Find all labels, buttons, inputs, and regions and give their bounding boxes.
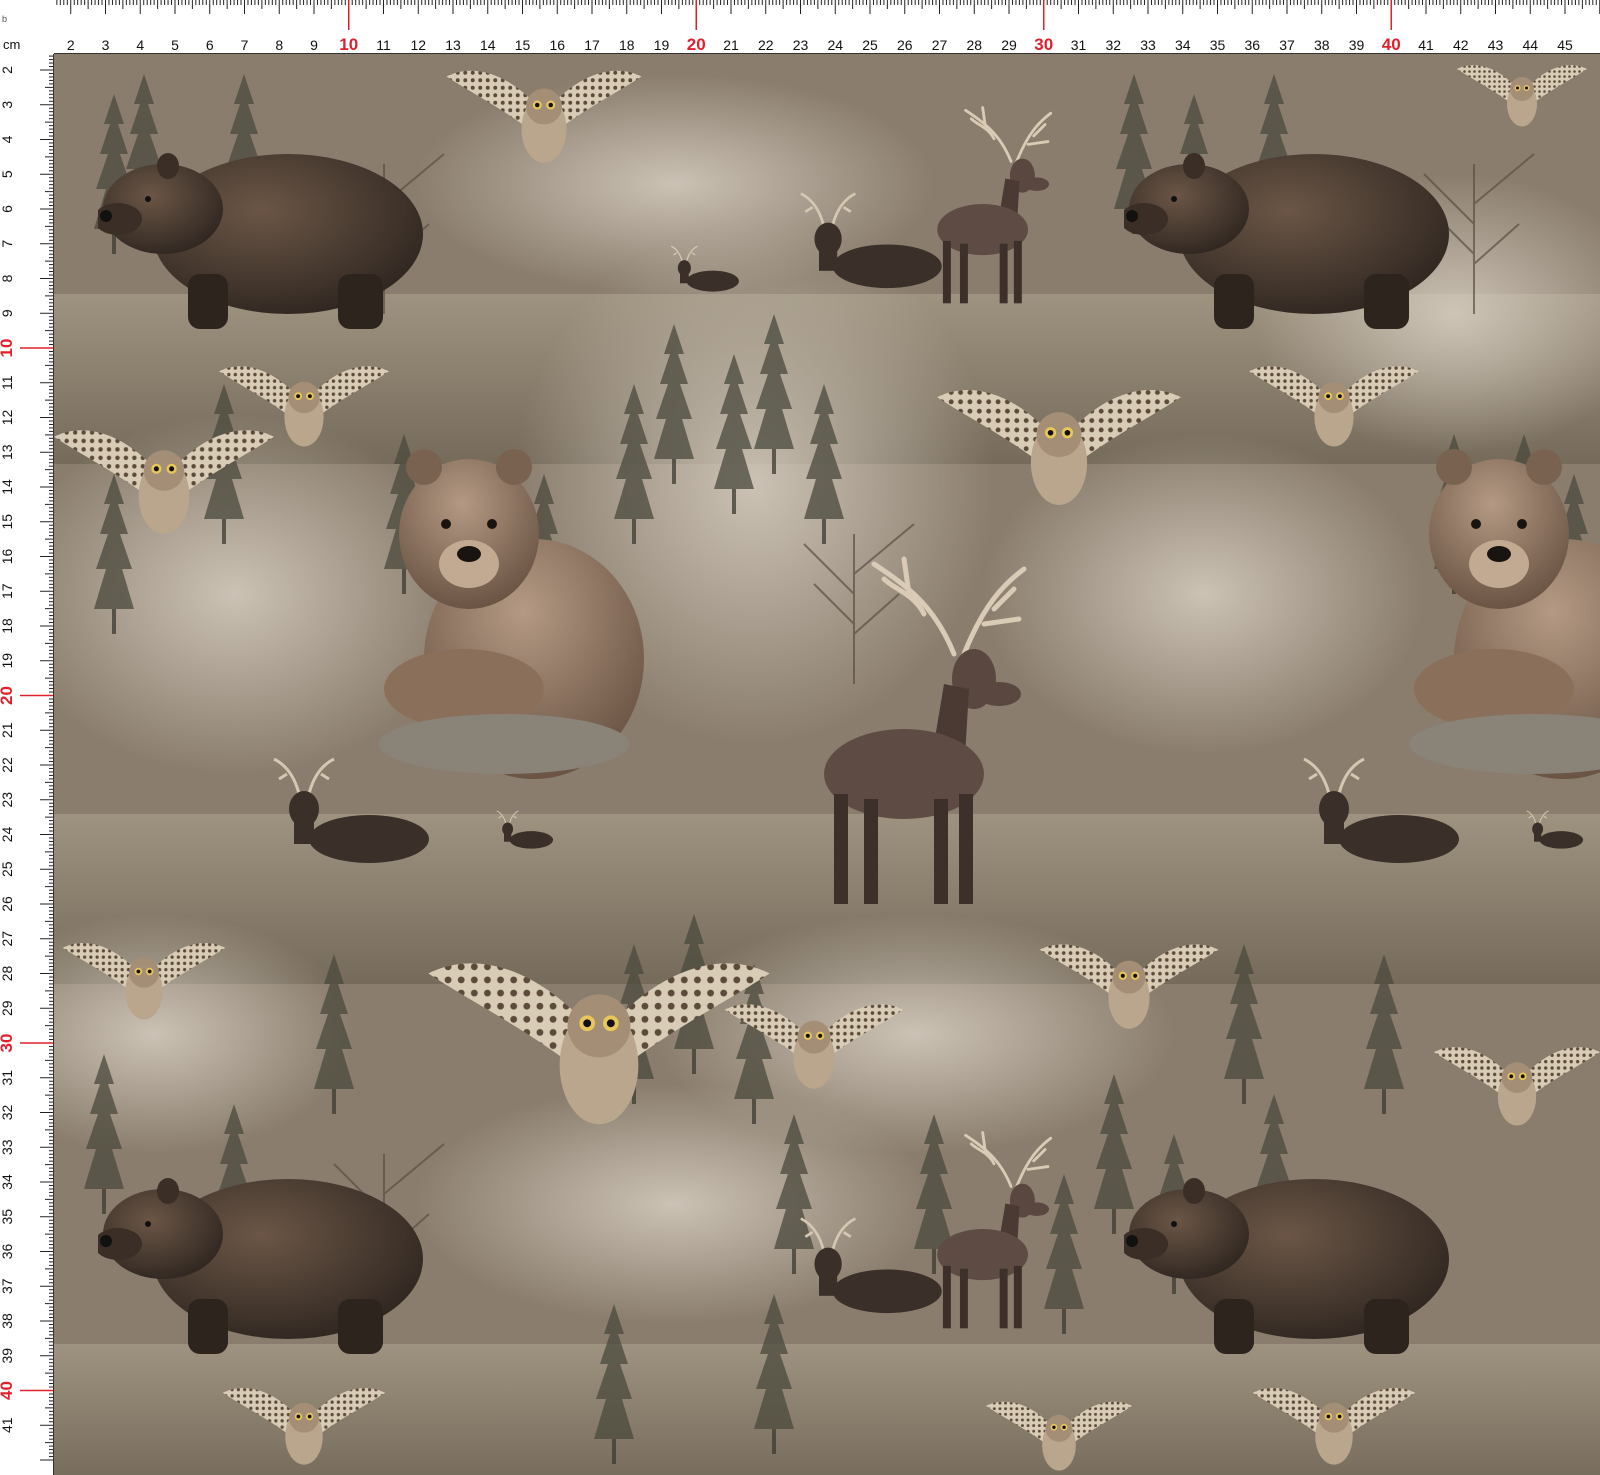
ruler-top-label: 40 bbox=[1382, 35, 1401, 54]
ruler-left-label: 33 bbox=[0, 1139, 15, 1155]
ruler-top-label: 2 bbox=[67, 37, 75, 53]
ruler-left-label: 6 bbox=[0, 205, 15, 213]
ruler-unit-label: cm bbox=[3, 37, 21, 52]
ruler-left-label: 40 bbox=[0, 1381, 16, 1400]
ruler-top-label: 6 bbox=[206, 37, 214, 53]
ruler-corner-mark: b bbox=[2, 14, 8, 24]
ruler-top-label: 22 bbox=[758, 37, 774, 53]
ruler-top-label: 36 bbox=[1244, 37, 1260, 53]
ruler-left-label: 7 bbox=[0, 240, 15, 248]
ruler-top-label: 19 bbox=[654, 37, 670, 53]
ruler-left-label: 22 bbox=[0, 757, 15, 773]
ruler-top-label: 24 bbox=[827, 37, 843, 53]
ruler-top-label: 38 bbox=[1314, 37, 1330, 53]
ruler-top-label: 21 bbox=[723, 37, 739, 53]
ruler-left-label: 14 bbox=[0, 479, 15, 495]
ruler-left-label: 37 bbox=[0, 1278, 15, 1294]
ruler-top: 1234567891011121314151617181920212223242… bbox=[0, 0, 1600, 54]
ruler-top-label: 13 bbox=[445, 37, 461, 53]
ruler-top-label: 42 bbox=[1453, 37, 1469, 53]
ruler-top-label: 14 bbox=[480, 37, 496, 53]
ruler-top-label: 10 bbox=[339, 35, 358, 54]
ruler-top-label: 16 bbox=[549, 37, 565, 53]
ruler-top-label: 26 bbox=[897, 37, 913, 53]
ruler-left-label: 30 bbox=[0, 1034, 16, 1053]
ruler-top-label: 15 bbox=[515, 37, 531, 53]
ruler-left-label: 13 bbox=[0, 444, 15, 460]
ruler-left-label: 9 bbox=[0, 309, 15, 317]
ruler-top-label: 41 bbox=[1418, 37, 1434, 53]
ruler-left-label: 29 bbox=[0, 1000, 15, 1016]
ruler-left-label: 39 bbox=[0, 1348, 15, 1364]
ruler-left-label: 41 bbox=[0, 1417, 15, 1433]
ruler-left-label: 21 bbox=[0, 722, 15, 738]
ruler-top-label: 31 bbox=[1071, 37, 1087, 53]
ruler-left-label: 11 bbox=[0, 375, 15, 390]
ruler-top-label: 32 bbox=[1105, 37, 1121, 53]
ruler-left-label: 32 bbox=[0, 1105, 15, 1121]
ruler-top-label: 44 bbox=[1522, 37, 1538, 53]
ruler-left-label: 25 bbox=[0, 861, 15, 877]
ruler-top-label: 17 bbox=[584, 37, 600, 53]
ruler-top-label: 23 bbox=[793, 37, 809, 53]
ruler-top-label: 11 bbox=[376, 37, 391, 53]
fabric-swatch bbox=[54, 54, 1600, 1475]
ruler-top-label: 27 bbox=[932, 37, 948, 53]
ruler-top-label: 5 bbox=[171, 37, 179, 53]
ruler-top-label: 7 bbox=[241, 37, 249, 53]
ruler-left-label: 17 bbox=[0, 583, 15, 599]
ruler-top-label: 29 bbox=[1001, 37, 1017, 53]
ruler-left-label: 10 bbox=[0, 339, 16, 358]
fabric-preview: 1234567891011121314151617181920212223242… bbox=[0, 0, 1600, 1475]
ruler-left-label: 38 bbox=[0, 1313, 15, 1329]
ruler-left-label: 16 bbox=[0, 549, 15, 565]
ruler-left-label: 35 bbox=[0, 1209, 15, 1225]
ruler-top-label: 12 bbox=[410, 37, 426, 53]
ruler-top-label: 3 bbox=[102, 37, 110, 53]
ruler-top-label: 43 bbox=[1488, 37, 1504, 53]
ruler-top-label: 8 bbox=[275, 37, 283, 53]
ruler-top-label: 33 bbox=[1140, 37, 1156, 53]
ruler-left-label: 20 bbox=[0, 686, 16, 705]
ruler-left-label: 4 bbox=[0, 135, 15, 143]
ruler-left-label: 26 bbox=[0, 896, 15, 912]
ruler-top-label: 37 bbox=[1279, 37, 1295, 53]
wildlife-pattern bbox=[54, 54, 1600, 1475]
ruler-top-label: 28 bbox=[966, 37, 982, 53]
ruler-top-label: 25 bbox=[862, 37, 878, 53]
ruler-left-label: 36 bbox=[0, 1244, 15, 1260]
ruler-top-label: 18 bbox=[619, 37, 635, 53]
mist bbox=[654, 914, 1174, 1154]
ruler-top-label: 9 bbox=[310, 37, 318, 53]
ruler-left-label: 34 bbox=[0, 1174, 15, 1190]
ruler-top-label: 4 bbox=[136, 37, 144, 53]
ruler-top-label: 35 bbox=[1210, 37, 1226, 53]
ruler-corner: cm b bbox=[0, 0, 54, 54]
ruler-left: 2345678910111213141516171819202122232425… bbox=[0, 54, 54, 1475]
ruler-left-label: 2 bbox=[0, 66, 15, 74]
ruler-left-label: 23 bbox=[0, 792, 15, 808]
ruler-left-label: 3 bbox=[0, 101, 15, 109]
ruler-left-label: 24 bbox=[0, 827, 15, 843]
ruler-left-label: 18 bbox=[0, 618, 15, 634]
ruler-left-label: 15 bbox=[0, 514, 15, 530]
ruler-left-label: 31 bbox=[0, 1070, 15, 1086]
ruler-left-label: 27 bbox=[0, 931, 15, 947]
ruler-left-label: 12 bbox=[0, 410, 15, 426]
ruler-top-label: 45 bbox=[1557, 37, 1573, 53]
ruler-top-label: 34 bbox=[1175, 37, 1191, 53]
ruler-left-label: 19 bbox=[0, 653, 15, 669]
ruler-left-label: 8 bbox=[0, 274, 15, 282]
ruler-left-label: 5 bbox=[0, 170, 15, 178]
ruler-top-label: 39 bbox=[1349, 37, 1365, 53]
ruler-left-label: 28 bbox=[0, 966, 15, 982]
ruler-top-label: 30 bbox=[1034, 35, 1053, 54]
ruler-top-label: 20 bbox=[687, 35, 706, 54]
